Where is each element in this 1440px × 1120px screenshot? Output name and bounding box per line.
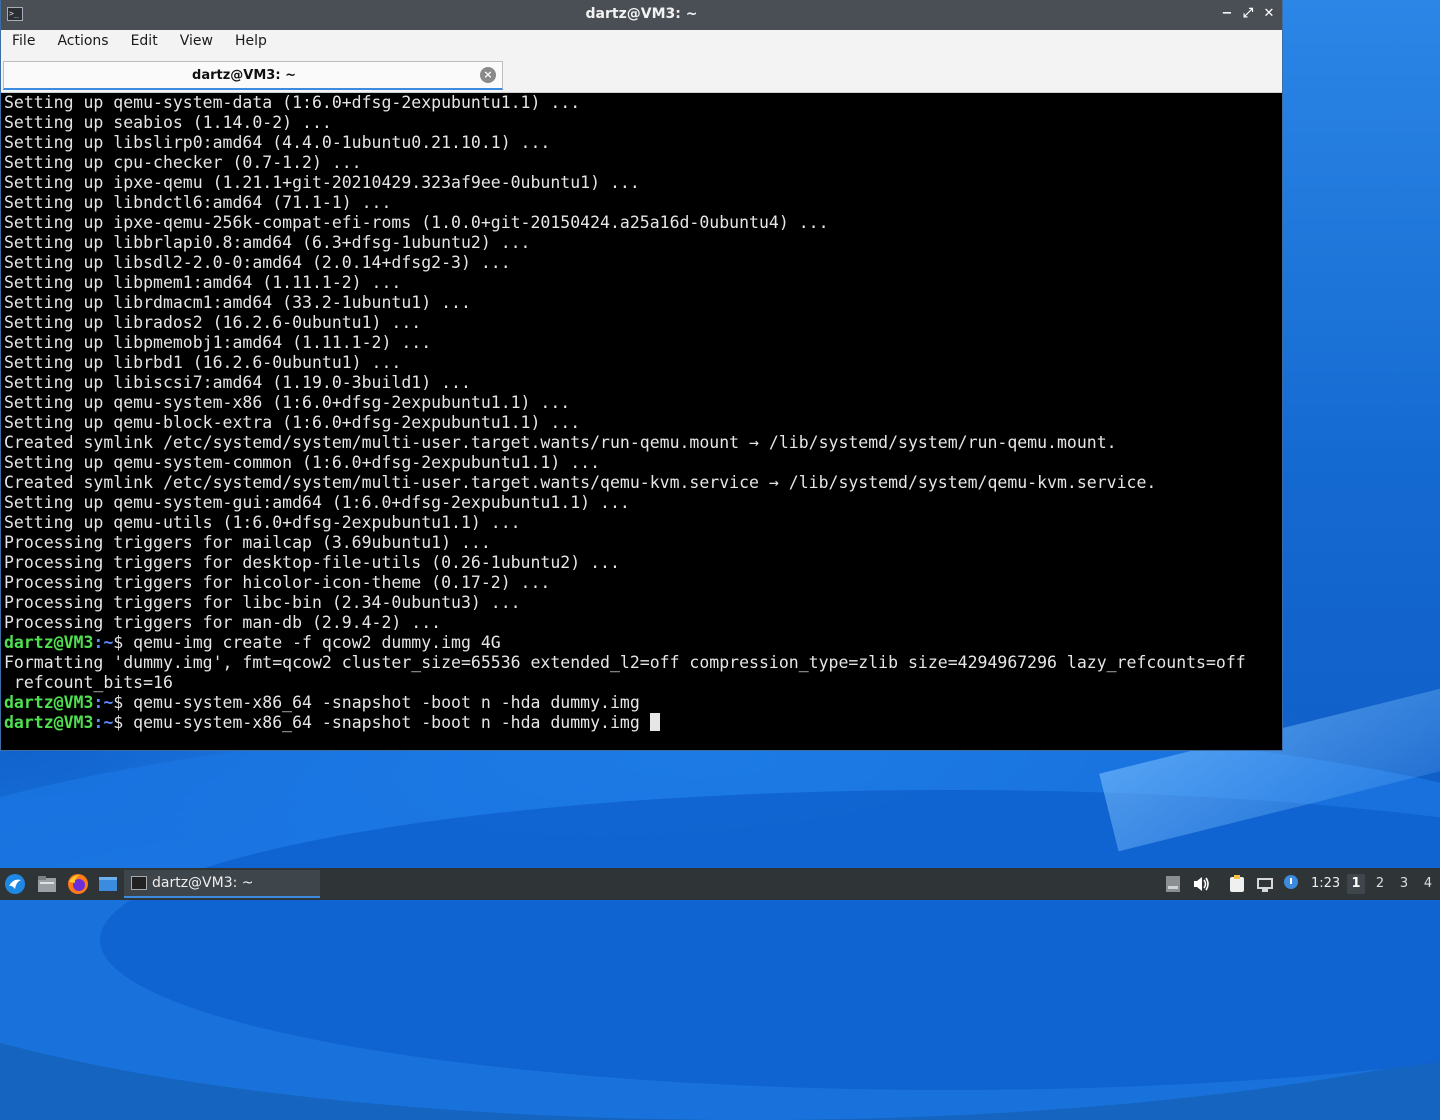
clock[interactable]: 1:23 xyxy=(1311,876,1340,891)
clipboard-icon[interactable] xyxy=(1227,874,1247,894)
output-line: Formatting 'dummy.img', fmt=qcow2 cluste… xyxy=(4,653,1246,672)
output-line: Setting up ipxe-qemu (1.21.1+git-2021042… xyxy=(4,173,640,192)
output-line: Setting up libpmem1:amd64 (1.11.1-2) ... xyxy=(4,273,402,292)
menu-help[interactable]: Help xyxy=(224,33,278,63)
volume-icon[interactable] xyxy=(1191,874,1211,894)
network-icon[interactable] xyxy=(1255,874,1275,894)
maximize-button[interactable]: ⤢ xyxy=(1238,4,1258,24)
prompt-symbol: $ xyxy=(113,713,134,732)
menu-bar: File Actions Edit View Help xyxy=(1,30,1282,61)
terminal-output[interactable]: Setting up qemu-system-data (1:6.0+dfsg-… xyxy=(3,93,1280,748)
firefox-icon[interactable] xyxy=(67,873,89,895)
task-label: dartz@VM3: ~ xyxy=(152,875,254,891)
show-desktop-icon[interactable] xyxy=(97,873,119,895)
prompt-symbol: $ xyxy=(113,693,134,712)
terminal-icon xyxy=(131,876,147,890)
output-line: Setting up librbd1 (16.2.6-0ubuntu1) ... xyxy=(4,353,402,372)
output-line: Processing triggers for mailcap (3.69ubu… xyxy=(4,533,491,552)
prompt-symbol: $ xyxy=(113,633,134,652)
tab-close-icon[interactable]: × xyxy=(480,67,496,83)
taskbar-task-terminal[interactable]: dartz@VM3: ~ xyxy=(124,870,320,898)
output-line: Processing triggers for hicolor-icon-the… xyxy=(4,573,551,592)
output-line: Setting up qemu-system-data (1:6.0+dfsg-… xyxy=(4,93,581,112)
output-line: Created symlink /etc/systemd/system/mult… xyxy=(4,433,1117,452)
output-line: Setting up qemu-system-common (1:6.0+dfs… xyxy=(4,453,601,472)
output-line: Setting up ipxe-qemu-256k-compat-efi-rom… xyxy=(4,213,829,232)
terminal-window: >_ dartz@VM3: ~ − ⤢ ✕ File Actions Edit Vie… xyxy=(1,0,1282,750)
output-line: Setting up libsdl2-2.0-0:amd64 (2.0.14+d… xyxy=(4,253,511,272)
output-line: Setting up qemu-block-extra (1:6.0+dfsg-… xyxy=(4,413,581,432)
output-line: Created symlink /etc/systemd/system/mult… xyxy=(4,473,1157,492)
workspace-3[interactable]: 3 xyxy=(1395,874,1413,894)
prompt-path: :~ xyxy=(93,633,114,652)
output-line: Processing triggers for desktop-file-uti… xyxy=(4,553,620,572)
output-line: Setting up qemu-system-gui:amd64 (1:6.0+… xyxy=(4,493,630,512)
output-line: Processing triggers for libc-bin (2.34-0… xyxy=(4,593,521,612)
output-line: Setting up qemu-system-x86 (1:6.0+dfsg-2… xyxy=(4,393,571,412)
output-line: Setting up librdmacm1:amd64 (33.2-1ubunt… xyxy=(4,293,471,312)
output-line: Setting up libpmemobj1:amd64 (1.11.1-2) … xyxy=(4,333,432,352)
output-line: Setting up libiscsi7:amd64 (1.19.0-3buil… xyxy=(4,373,471,392)
menu-file[interactable]: File xyxy=(1,33,46,63)
close-button[interactable]: ✕ xyxy=(1259,4,1279,24)
text-cursor xyxy=(649,713,660,731)
window-title: dartz@VM3: ~ xyxy=(585,6,698,22)
removable-drive-icon[interactable] xyxy=(1163,874,1183,894)
workspace-4[interactable]: 4 xyxy=(1419,874,1437,894)
menu-edit[interactable]: Edit xyxy=(120,33,169,63)
output-line: Setting up librados2 (16.2.6-0ubuntu1) .… xyxy=(4,313,422,332)
tab-label: dartz@VM3: ~ xyxy=(192,68,296,83)
command-text: qemu-system-x86_64 -snapshot -boot n -hd… xyxy=(133,713,650,732)
prompt-line: dartz@VM3:~$ qemu-system-x86_64 -snapsho… xyxy=(3,693,1280,713)
minimize-button[interactable]: − xyxy=(1217,4,1237,24)
notification-icon[interactable] xyxy=(1281,874,1301,894)
prompt-line: dartz@VM3:~$ qemu-img create -f qcow2 du… xyxy=(3,633,1280,653)
output-line: Setting up libbrlapi0.8:amd64 (6.3+dfsg-… xyxy=(4,233,531,252)
output-line: Setting up seabios (1.14.0-2) ... xyxy=(4,113,332,132)
file-manager-icon[interactable] xyxy=(36,873,58,895)
prompt-path: :~ xyxy=(93,693,114,712)
start-menu-icon[interactable] xyxy=(4,873,26,895)
prompt-user: dartz@VM3 xyxy=(4,713,94,732)
command-text: qemu-system-x86_64 -snapshot -boot n -hd… xyxy=(133,693,640,712)
output-line: refcount_bits=16 xyxy=(4,673,173,692)
output-line: Setting up qemu-utils (1:6.0+dfsg-2expub… xyxy=(4,513,521,532)
prompt-user: dartz@VM3 xyxy=(4,633,94,652)
menu-actions[interactable]: Actions xyxy=(46,33,119,63)
workspace-1[interactable]: 1 xyxy=(1347,874,1365,894)
output-line: Setting up libndctl6:amd64 (71.1-1) ... xyxy=(4,193,392,212)
prompt-line: dartz@VM3:~$ qemu-system-x86_64 -snapsho… xyxy=(3,713,1280,733)
prompt-path: :~ xyxy=(93,713,114,732)
output-line: Processing triggers for man-db (2.9.4-2)… xyxy=(4,613,442,632)
menu-view[interactable]: View xyxy=(169,33,224,63)
output-line: Setting up cpu-checker (0.7-1.2) ... xyxy=(4,153,362,172)
command-text: qemu-img create -f qcow2 dummy.img 4G xyxy=(133,633,501,652)
taskbar: dartz@VM3: ~ 1:23 1 2 3 4 xyxy=(0,868,1440,900)
title-bar[interactable]: >_ dartz@VM3: ~ − ⤢ ✕ xyxy=(1,0,1282,30)
workspace-2[interactable]: 2 xyxy=(1371,874,1389,894)
tab-bar: dartz@VM3: ~ × xyxy=(1,60,1282,93)
prompt-user: dartz@VM3 xyxy=(4,693,94,712)
terminal-tab[interactable]: dartz@VM3: ~ × xyxy=(3,61,503,90)
output-line: Setting up libslirp0:amd64 (4.4.0-1ubunt… xyxy=(4,133,551,152)
